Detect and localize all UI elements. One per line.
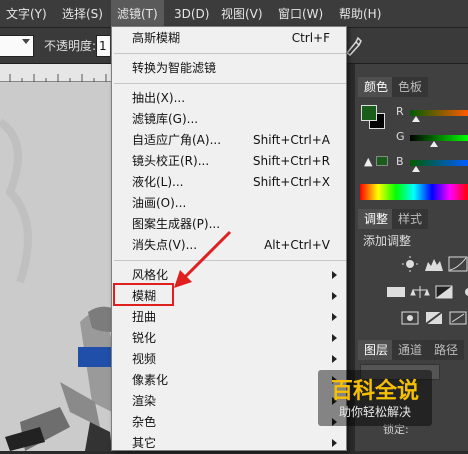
opacity-value: 1	[99, 39, 107, 53]
channel-b-label: B	[396, 155, 404, 168]
tab-color[interactable]: 颜色	[358, 77, 395, 97]
menu-item-adaptive-wide-angle[interactable]: 自适应广角(A)... Shift+Ctrl+A	[112, 129, 346, 151]
menu-item-label: 扭曲	[132, 310, 157, 324]
menu-item-shortcut: Shift+Ctrl+R	[252, 154, 330, 168]
channel-g-slider[interactable]	[410, 135, 468, 141]
menu-view[interactable]: 视图(V)	[215, 0, 269, 28]
menu-item-label: 转换为智能滤镜	[132, 61, 217, 75]
channel-r-label: R	[396, 105, 404, 118]
menu-item-pixelate[interactable]: 像素化	[112, 369, 346, 391]
menu-item-lens-correction[interactable]: 镜头校正(R)... Shift+Ctrl+R	[112, 150, 346, 172]
watermark-subtitle: 助你轻松解决	[338, 405, 411, 419]
channel-r-thumb[interactable]	[412, 116, 420, 122]
menu-item-label: 液化(L)...	[132, 175, 184, 189]
menu-item-label: 高斯模糊	[132, 31, 181, 45]
menu-item-oil-paint[interactable]: 油画(O)...	[112, 192, 346, 214]
tab-layers[interactable]: 图层	[358, 340, 395, 360]
brightness-icon[interactable]	[400, 256, 420, 272]
adjust-panel-title: 添加调整	[363, 234, 412, 248]
photo-businessman	[0, 82, 112, 451]
menu-separator	[114, 83, 346, 84]
photo-filter-icon[interactable]	[458, 284, 468, 300]
color-balance-icon[interactable]	[410, 284, 430, 300]
menu-item-render[interactable]: 渲染	[112, 390, 346, 412]
warning-icon[interactable]: ▲	[364, 155, 372, 168]
menu-item-noise[interactable]: 杂色	[112, 411, 346, 433]
menu-item-convert-smart-filter[interactable]: 转换为智能滤镜	[112, 57, 346, 79]
submenu-arrow-icon	[332, 334, 337, 342]
menu-item-label: 锐化	[132, 331, 157, 345]
menu-item-label: 视频	[132, 352, 157, 366]
menu-item-last-filter[interactable]: 高斯模糊 Ctrl+F	[112, 27, 346, 49]
posterize-icon[interactable]	[424, 310, 444, 326]
submenu-arrow-icon	[332, 313, 337, 321]
levels-icon[interactable]	[424, 256, 444, 272]
ruler-ticks	[9, 74, 107, 82]
menu-item-label: 渲染	[132, 394, 157, 408]
submenu-arrow-icon	[332, 292, 337, 300]
menu-item-liquify[interactable]: 液化(L)... Shift+Ctrl+X	[112, 171, 346, 193]
menu-item-label: 自适应广角(A)...	[132, 133, 222, 147]
menu-item-label: 滤镜库(G)...	[132, 112, 199, 126]
menu-item-filter-gallery[interactable]: 滤镜库(G)...	[112, 108, 346, 130]
tab-adjustments[interactable]: 调整	[358, 209, 395, 229]
menu-filter[interactable]: 滤镜(T)	[111, 0, 164, 28]
color-spectrum-bar[interactable]	[360, 184, 468, 200]
menu-separator	[114, 53, 346, 54]
menu-item-shortcut: Alt+Ctrl+V	[264, 238, 330, 252]
submenu-arrow-icon	[332, 271, 337, 279]
vibrance-icon[interactable]	[386, 284, 406, 300]
invert-icon[interactable]	[400, 310, 420, 326]
menu-item-distort[interactable]: 扭曲	[112, 306, 346, 328]
opacity-input[interactable]: 1	[96, 35, 110, 57]
menu-select[interactable]: 选择(S)	[56, 0, 109, 28]
foreground-color-swatch-top[interactable]	[361, 105, 377, 121]
channel-g-label: G	[396, 130, 405, 143]
menu-window[interactable]: 窗口(W)	[272, 0, 329, 28]
black-white-icon[interactable]	[434, 284, 454, 300]
menu-item-shortcut: Ctrl+F	[291, 31, 330, 45]
highlight-box	[113, 283, 174, 306]
menu-item-extract[interactable]: 抽出(X)...	[112, 87, 346, 109]
curves-icon[interactable]	[448, 256, 468, 272]
channel-b-thumb[interactable]	[412, 166, 420, 172]
gradient-map-icon[interactable]	[448, 310, 468, 326]
annotation-arrow-icon	[174, 230, 232, 288]
submenu-arrow-icon	[332, 355, 337, 363]
menu-item-video[interactable]: 视频	[112, 348, 346, 370]
watermark-brand: 百科全说	[330, 379, 419, 404]
menu-type[interactable]: 文字(Y)	[0, 0, 53, 28]
chevron-down-icon[interactable]	[22, 39, 30, 44]
channel-g-thumb[interactable]	[430, 141, 438, 147]
menu-help[interactable]: 帮助(H)	[333, 0, 387, 28]
tab-paths[interactable]: 路径	[428, 340, 465, 360]
web-safe-swatch[interactable]	[376, 156, 388, 166]
tab-styles[interactable]: 样式	[392, 209, 429, 229]
menu-item-label: 镜头校正(R)...	[132, 154, 210, 168]
opacity-label: 不透明度:	[44, 39, 97, 53]
menu-bar: 文字(Y) 选择(S) 滤镜(T) 3D(D) 视图(V) 窗口(W) 帮助(H…	[0, 0, 468, 28]
menu-item-label: 油画(O)...	[132, 196, 187, 210]
tab-swatches[interactable]: 色板	[392, 77, 429, 97]
menu-item-label: 像素化	[132, 373, 169, 387]
menu-3d[interactable]: 3D(D)	[168, 0, 215, 28]
menu-item-label: 抽出(X)...	[132, 91, 186, 105]
menu-item-shortcut: Shift+Ctrl+X	[253, 175, 330, 189]
menu-item-label: 杂色	[132, 415, 157, 429]
document-canvas[interactable]	[0, 82, 112, 451]
submenu-arrow-icon	[332, 439, 337, 447]
menu-item-sharpen[interactable]: 锐化	[112, 327, 346, 349]
tab-channels[interactable]: 通道	[392, 340, 429, 360]
menu-item-shortcut: Shift+Ctrl+A	[253, 133, 330, 147]
